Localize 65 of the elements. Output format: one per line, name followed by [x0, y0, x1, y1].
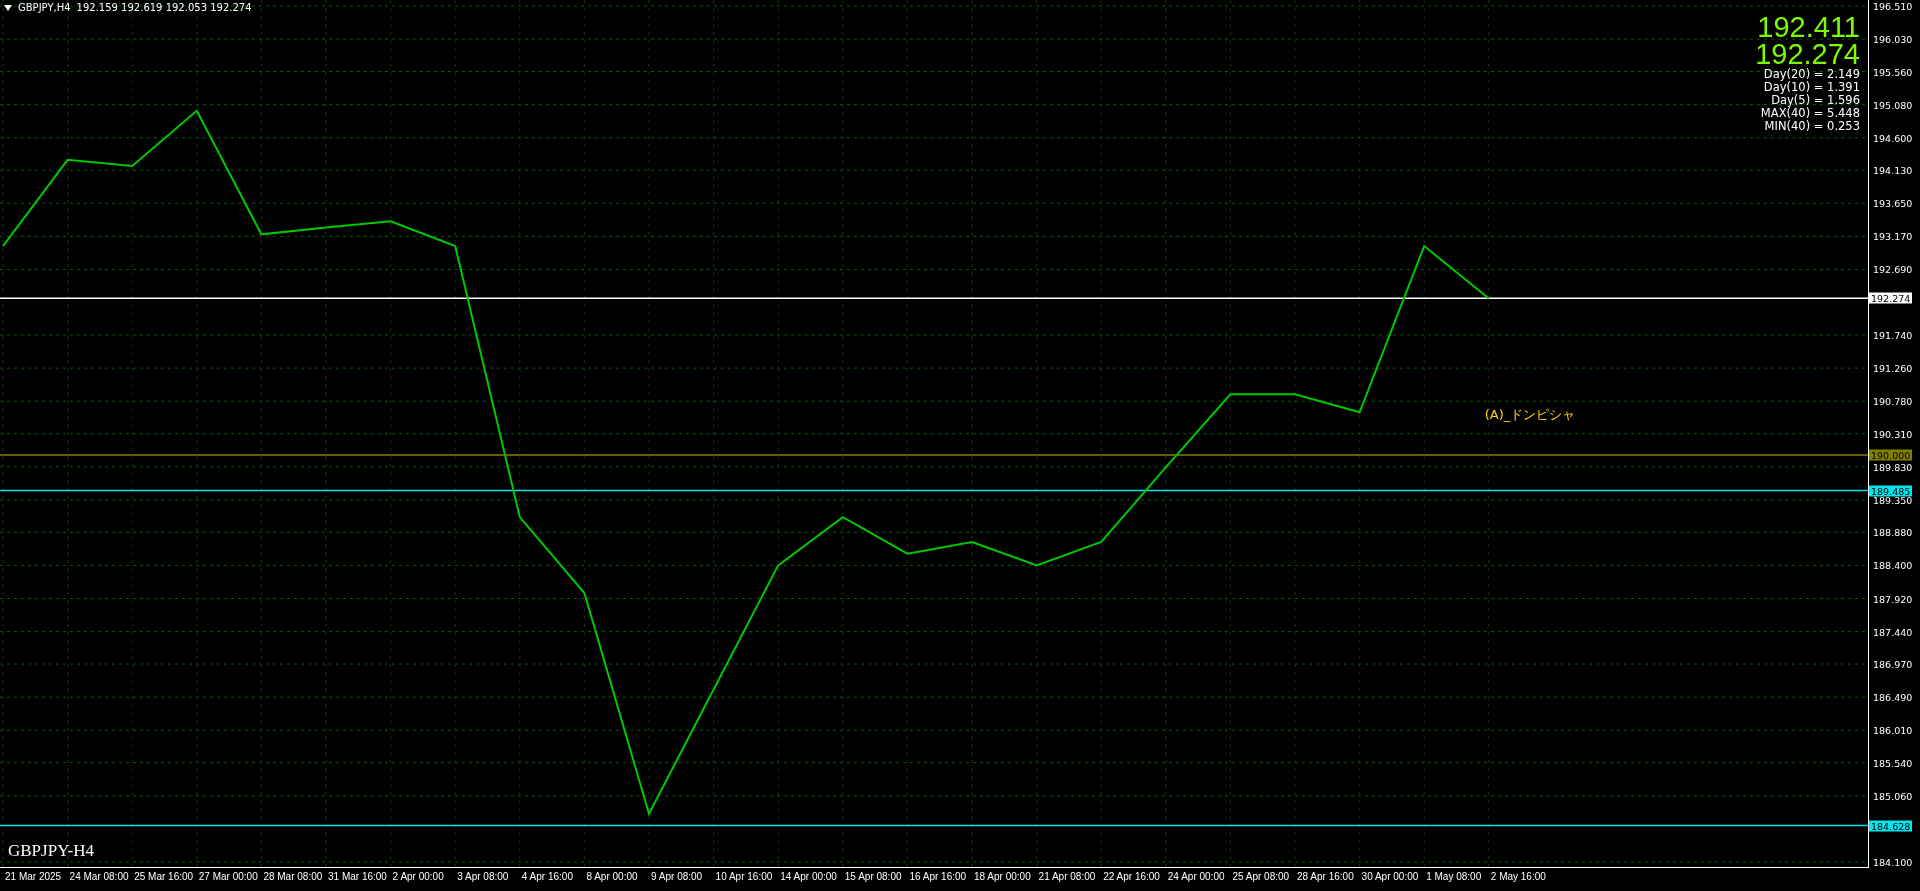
price-axis-label: 195.080 [1873, 99, 1913, 111]
price-axis-label: 185.540 [1873, 757, 1913, 769]
price-tag: 189.485 [1869, 485, 1913, 497]
time-axis-label: 3 Apr 08:00 [457, 871, 509, 882]
price-axis-label: 191.740 [1873, 329, 1913, 341]
price-axis-label: 190.310 [1873, 428, 1913, 440]
price-axis-label: 186.970 [1873, 658, 1913, 670]
price-axis-label: 196.030 [1873, 33, 1913, 45]
time-axis-label: 30 Apr 00:00 [1361, 871, 1419, 882]
time-axis-label: 21 Apr 08:00 [1038, 871, 1096, 882]
price-quote: 192.274 [1755, 41, 1860, 68]
chart-annotation: (A)_ドンピシャ [1484, 405, 1576, 424]
time-axis-label: 14 Apr 00:00 [780, 871, 837, 882]
price-axis-label: 196.510 [1873, 0, 1913, 12]
price-axis-label: 192.690 [1873, 264, 1913, 275]
time-axis-label: 25 Apr 08:00 [1232, 871, 1290, 882]
time-axis-label: 4 Apr 16:00 [521, 871, 573, 882]
time-axis-label: 10 Apr 16:00 [715, 871, 773, 882]
time-axis-label: 8 Apr 00:00 [586, 871, 638, 882]
time-axis-label: 18 Apr 00:00 [974, 871, 1031, 882]
price-quote: 192.411 [1757, 14, 1860, 41]
time-axis-label: 24 Mar 08:00 [69, 871, 129, 882]
time-axis-label: 9 Apr 08:00 [651, 871, 703, 882]
price-axis-label: 188.400 [1873, 559, 1913, 571]
time-axis-label: 15 Apr 08:00 [844, 871, 902, 882]
time-axis-label: 25 Mar 16:00 [134, 871, 194, 882]
time-axis-label: 22 Apr 16:00 [1103, 871, 1160, 882]
time-axis-label: 27 Mar 00:00 [198, 871, 258, 882]
dropdown-triangle-icon[interactable] [4, 4, 12, 11]
price-axis-label: 193.170 [1873, 230, 1913, 242]
chart-symbol-label: GBPJPY-H4 [8, 841, 94, 861]
range-stat: MAX(40) = 5.448 [1760, 107, 1860, 120]
price-tag: 190.000 [1869, 449, 1913, 461]
price-axis-label: 187.920 [1873, 593, 1913, 604]
time-axis-label: 2 Apr 00:00 [392, 871, 444, 882]
range-stat: Day(20) = 2.149 [1763, 68, 1860, 81]
price-axis-label: 184.100 [1873, 856, 1913, 868]
range-stat: Day(10) = 1.391 [1763, 81, 1860, 94]
price-axis-label: 191.260 [1873, 362, 1913, 374]
price-axis-label: 189.350 [1873, 494, 1913, 506]
time-axis-label: 1 May 08:00 [1426, 871, 1482, 882]
price-axis-label: 186.010 [1873, 724, 1913, 736]
price-axis-label: 190.780 [1873, 395, 1913, 407]
price-tag: 184.628 [1869, 820, 1913, 832]
time-axis-label: 28 Mar 08:00 [263, 871, 323, 882]
price-axis-label: 189.830 [1873, 461, 1913, 473]
price-axis-label: 193.650 [1873, 197, 1913, 209]
range-stat: Day(5) = 1.596 [1771, 94, 1860, 107]
range-stat: MIN(40) = 0.253 [1764, 120, 1860, 133]
price-axis-label: 188.880 [1873, 526, 1913, 538]
time-axis-label: 16 Apr 16:00 [909, 871, 967, 882]
time-axis-label: 2 May 16:00 [1490, 871, 1546, 882]
price-axis-label: 185.060 [1873, 790, 1913, 802]
price-axis-label: 194.130 [1873, 164, 1913, 176]
symbol-title: GBPJPY,H4 [18, 2, 71, 13]
ohlc-values: 192.159 192.619 192.053 192.274 [76, 2, 252, 13]
price-axis-label: 195.560 [1873, 66, 1913, 77]
price-tag: 192.274 [1869, 292, 1913, 304]
price-axis-label: 194.600 [1873, 132, 1913, 144]
time-axis-label: 21 Mar 2025 [5, 871, 62, 882]
price-axis-label: 186.490 [1873, 691, 1913, 703]
time-axis-label: 28 Apr 16:00 [1297, 871, 1354, 882]
time-axis-label: 31 Mar 16:00 [328, 871, 387, 882]
price-axis-label: 187.440 [1873, 626, 1913, 638]
time-axis-label: 24 Apr 00:00 [1167, 871, 1225, 882]
